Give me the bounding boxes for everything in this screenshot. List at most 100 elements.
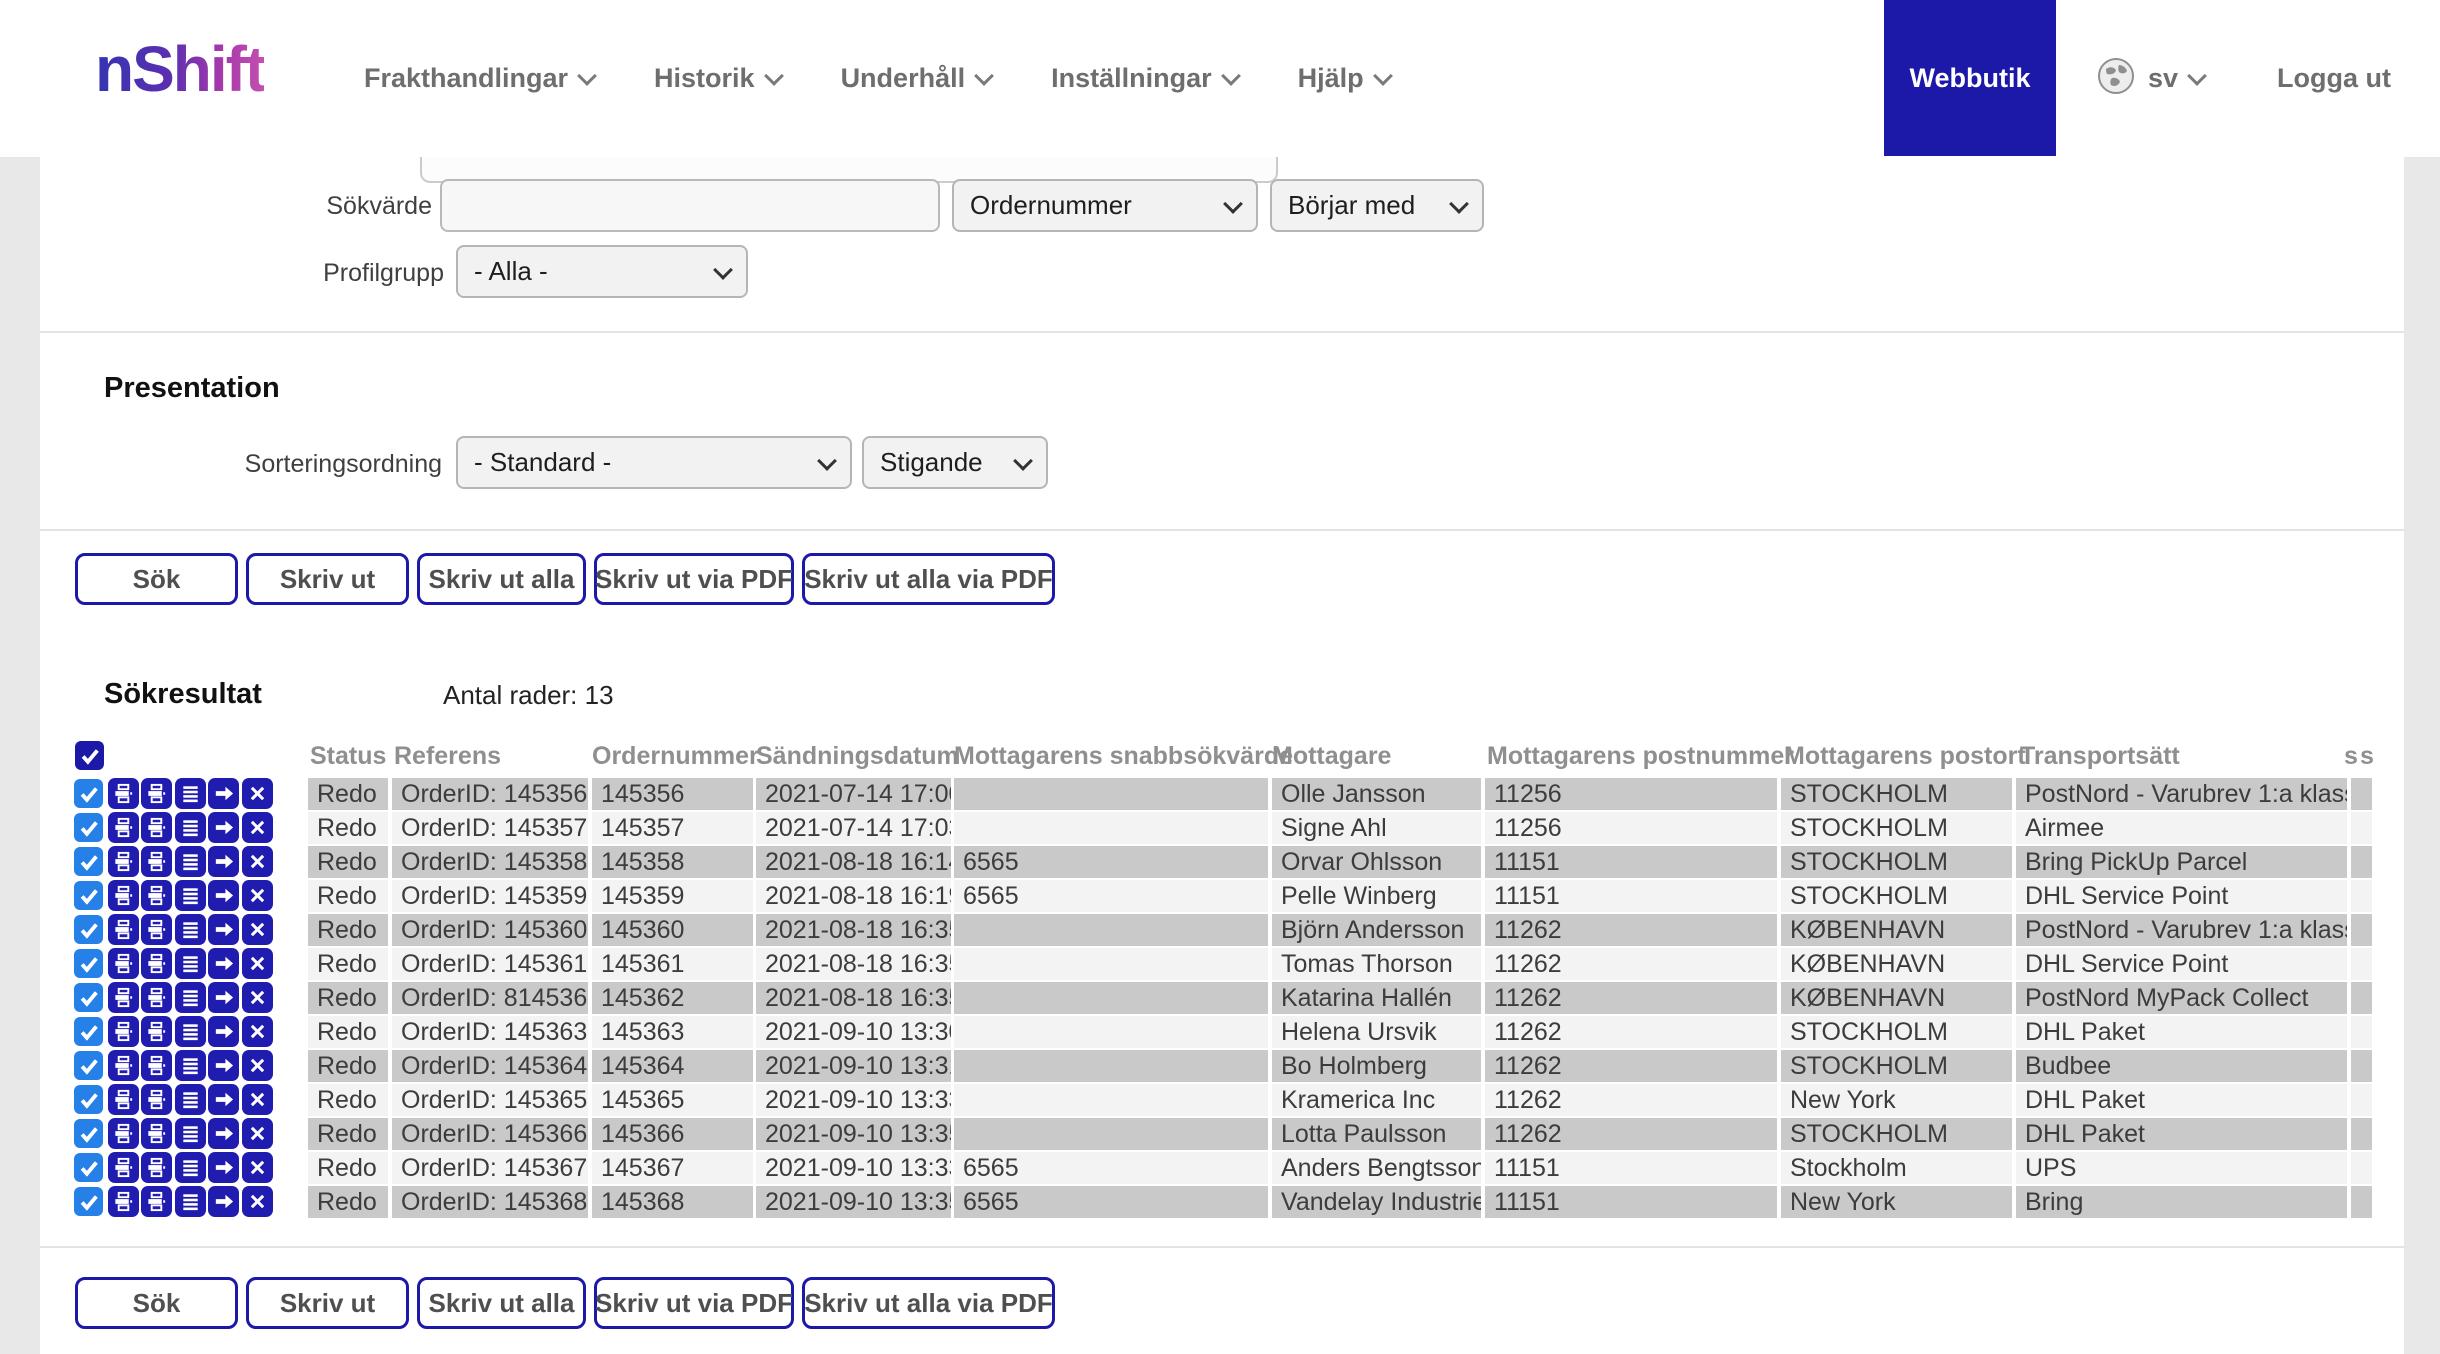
forward-button[interactable]	[208, 1152, 239, 1183]
select-row-checkbox[interactable]	[74, 1187, 103, 1216]
delete-button[interactable]	[242, 982, 273, 1013]
forward-button[interactable]	[208, 778, 239, 809]
forward-button[interactable]	[208, 1016, 239, 1047]
sok-button[interactable]: Sök	[75, 553, 238, 605]
delete-button[interactable]	[242, 948, 273, 979]
skriv-ut-via-pdf-button[interactable]: Skriv ut via PDF	[594, 1277, 794, 1329]
delete-button[interactable]	[242, 778, 273, 809]
forward-button[interactable]	[208, 846, 239, 877]
skriv-ut-via-pdf-button[interactable]: Skriv ut via PDF	[594, 553, 794, 605]
select-row-checkbox[interactable]	[74, 847, 103, 876]
delete-button[interactable]	[242, 1152, 273, 1183]
select-row-checkbox[interactable]	[74, 813, 103, 842]
forward-button[interactable]	[208, 880, 239, 911]
select-row-checkbox[interactable]	[74, 881, 103, 910]
forward-button[interactable]	[208, 1050, 239, 1081]
print-copy-button[interactable]	[141, 1016, 172, 1047]
select-row-checkbox[interactable]	[74, 779, 103, 808]
forward-button[interactable]	[208, 1118, 239, 1149]
delete-button[interactable]	[242, 1016, 273, 1047]
delete-button[interactable]	[242, 1084, 273, 1115]
print-button[interactable]	[108, 846, 139, 877]
nav-hjalp[interactable]: Hjälp	[1298, 63, 1390, 94]
delete-button[interactable]	[242, 914, 273, 945]
details-button[interactable]	[175, 1186, 206, 1217]
select-row-checkbox[interactable]	[74, 983, 103, 1012]
print-copy-button[interactable]	[141, 1050, 172, 1081]
print-button[interactable]	[108, 1186, 139, 1217]
delete-button[interactable]	[242, 846, 273, 877]
print-copy-button[interactable]	[141, 1084, 172, 1115]
print-copy-button[interactable]	[141, 982, 172, 1013]
details-button[interactable]	[175, 778, 206, 809]
skriv-ut-alla-button[interactable]: Skriv ut alla	[417, 553, 586, 605]
sort-order-select[interactable]: - Standard -	[456, 436, 852, 489]
print-button[interactable]	[108, 1016, 139, 1047]
details-button[interactable]	[175, 812, 206, 843]
select-row-checkbox[interactable]	[74, 1085, 103, 1114]
forward-button[interactable]	[208, 1084, 239, 1115]
print-copy-button[interactable]	[141, 1186, 172, 1217]
nav-frakthandlingar[interactable]: Frakthandlingar	[364, 63, 594, 94]
delete-button[interactable]	[242, 1050, 273, 1081]
search-field-select[interactable]: Ordernummer	[952, 179, 1258, 232]
print-copy-button[interactable]	[141, 846, 172, 877]
details-button[interactable]	[175, 1084, 206, 1115]
details-button[interactable]	[175, 948, 206, 979]
skriv-ut-alla-via-pdf-button[interactable]: Skriv ut alla via PDF	[802, 553, 1055, 605]
sok-button[interactable]: Sök	[75, 1277, 238, 1329]
details-button[interactable]	[175, 1152, 206, 1183]
details-button[interactable]	[175, 914, 206, 945]
select-row-checkbox[interactable]	[74, 1017, 103, 1046]
print-copy-button[interactable]	[141, 812, 172, 843]
profilgrupp-select[interactable]: - Alla -	[456, 245, 748, 298]
print-copy-button[interactable]	[141, 948, 172, 979]
forward-button[interactable]	[208, 948, 239, 979]
nav-underhall[interactable]: Underhåll	[841, 63, 992, 94]
details-button[interactable]	[175, 1050, 206, 1081]
skriv-ut-alla-via-pdf-button[interactable]: Skriv ut alla via PDF	[802, 1277, 1055, 1329]
print-button[interactable]	[108, 1084, 139, 1115]
print-copy-button[interactable]	[141, 1118, 172, 1149]
print-button[interactable]	[108, 778, 139, 809]
print-button[interactable]	[108, 914, 139, 945]
delete-button[interactable]	[242, 1118, 273, 1149]
details-button[interactable]	[175, 1016, 206, 1047]
select-row-checkbox[interactable]	[74, 949, 103, 978]
delete-button[interactable]	[242, 812, 273, 843]
forward-button[interactable]	[208, 982, 239, 1013]
print-copy-button[interactable]	[141, 914, 172, 945]
print-copy-button[interactable]	[141, 778, 172, 809]
select-row-checkbox[interactable]	[74, 1119, 103, 1148]
print-button[interactable]	[108, 1152, 139, 1183]
delete-button[interactable]	[242, 1186, 273, 1217]
print-button[interactable]	[108, 982, 139, 1013]
details-button[interactable]	[175, 1118, 206, 1149]
skriv-ut-button[interactable]: Skriv ut	[246, 553, 409, 605]
language-selector[interactable]: sv	[2096, 0, 2204, 157]
forward-button[interactable]	[208, 914, 239, 945]
sort-direction-select[interactable]: Stigande	[862, 436, 1048, 489]
match-type-select[interactable]: Börjar med	[1270, 179, 1484, 232]
nav-historik[interactable]: Historik	[654, 63, 781, 94]
webbutik-button[interactable]: Webbutik	[1884, 0, 2056, 156]
select-row-checkbox[interactable]	[74, 915, 103, 944]
print-button[interactable]	[108, 880, 139, 911]
print-button[interactable]	[108, 948, 139, 979]
search-input[interactable]	[440, 179, 940, 232]
select-all-checkbox[interactable]	[75, 741, 104, 770]
print-copy-button[interactable]	[141, 880, 172, 911]
print-copy-button[interactable]	[141, 1152, 172, 1183]
skriv-ut-alla-button[interactable]: Skriv ut alla	[417, 1277, 586, 1329]
details-button[interactable]	[175, 982, 206, 1013]
skriv-ut-button[interactable]: Skriv ut	[246, 1277, 409, 1329]
select-row-checkbox[interactable]	[74, 1153, 103, 1182]
delete-button[interactable]	[242, 880, 273, 911]
nav-installningar[interactable]: Inställningar	[1051, 63, 1238, 94]
print-button[interactable]	[108, 812, 139, 843]
forward-button[interactable]	[208, 1186, 239, 1217]
details-button[interactable]	[175, 880, 206, 911]
logout-link[interactable]: Logga ut	[2277, 0, 2391, 157]
select-row-checkbox[interactable]	[74, 1051, 103, 1080]
forward-button[interactable]	[208, 812, 239, 843]
